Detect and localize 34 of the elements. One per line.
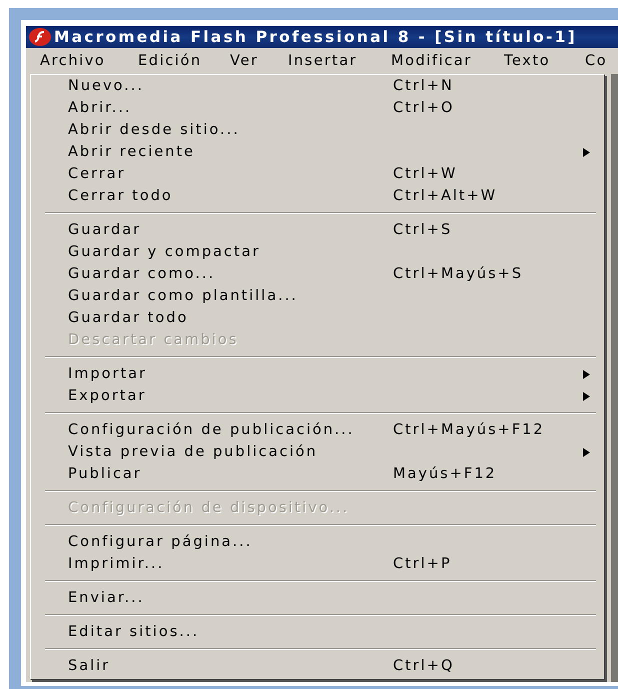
app-logo-icon <box>29 28 51 46</box>
window-title: Macromedia Flash Professional 8 - [Sin título-1] <box>54 28 577 46</box>
menu-bar-item[interactable]: Modificar <box>380 50 493 72</box>
menu-item[interactable]: Guardar como... Ctrl+Mayús+S <box>68 263 590 285</box>
menu-item[interactable]: Guardar y compactar <box>68 241 590 263</box>
menu-item[interactable]: Nuevo... Ctrl+N <box>68 75 590 97</box>
menu-item[interactable]: Guardar como plantilla... <box>68 285 590 307</box>
menu-item[interactable]: Imprimir... Ctrl+P <box>68 553 590 575</box>
menu-item[interactable]: Configurar página... <box>68 531 590 553</box>
menu-item[interactable]: Salir Ctrl+Q <box>68 655 590 677</box>
submenu-arrow-icon <box>583 392 590 400</box>
menu-item[interactable]: Abrir desde sitio... <box>68 119 590 141</box>
menu-item[interactable]: Configuración de publicación... Ctrl+Mayús+F12 <box>68 419 590 441</box>
menu-item[interactable]: Guardar todo <box>68 307 590 329</box>
menu-item[interactable]: Importar <box>68 363 590 385</box>
menu-bar-item[interactable]: Archivo <box>30 51 127 71</box>
menu-bar-item[interactable]: Edición <box>127 50 219 72</box>
menu-item[interactable]: Enviar... <box>68 587 590 609</box>
menu-item[interactable]: Cerrar Ctrl+W <box>68 163 590 185</box>
submenu-arrow-icon <box>583 448 590 456</box>
menu-item[interactable]: Publicar Mayús+F12 <box>68 463 590 485</box>
menu-item[interactable]: Vista previa de publicación <box>68 441 590 463</box>
menu-item[interactable]: Abrir reciente <box>68 141 590 163</box>
menu-bar-item[interactable]: Ver <box>219 50 277 72</box>
menu-item[interactable]: Cerrar todo Ctrl+Alt+W <box>68 185 590 207</box>
menu-item[interactable]: Editar sitios... <box>68 621 590 643</box>
menu-item[interactable]: Exportar <box>68 385 590 407</box>
menu-bar-item[interactable]: Texto <box>493 50 574 72</box>
menu-bar-item[interactable]: Co <box>574 50 614 72</box>
submenu-arrow-icon <box>583 370 590 378</box>
submenu-arrow-icon <box>583 148 590 156</box>
menu-item[interactable]: Guardar Ctrl+S <box>68 219 590 241</box>
menu-bar-item[interactable]: Insertar <box>277 50 380 72</box>
menu-item[interactable]: Abrir... Ctrl+O <box>68 97 590 119</box>
